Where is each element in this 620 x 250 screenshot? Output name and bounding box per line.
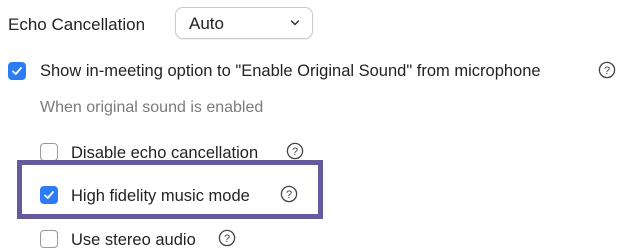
help-icon[interactable]: ? [280, 185, 298, 203]
echo-cancellation-select-value: Auto [189, 14, 224, 33]
chevron-down-icon [290, 20, 300, 26]
svg-text:?: ? [292, 146, 298, 158]
use-stereo-audio-checkbox[interactable] [40, 230, 58, 248]
help-icon[interactable]: ? [598, 61, 616, 79]
disable-echo-cancellation-checkbox[interactable] [40, 143, 58, 161]
use-stereo-audio-label: Use stereo audio [71, 231, 196, 249]
original-sound-label: Show in-meeting option to "Enable Origin… [40, 62, 541, 80]
help-icon[interactable]: ? [218, 229, 236, 247]
help-icon[interactable]: ? [286, 142, 304, 160]
svg-text:?: ? [604, 65, 610, 77]
svg-text:?: ? [224, 233, 230, 245]
original-sound-checkbox[interactable] [8, 62, 26, 80]
high-fidelity-music-mode-label: High fidelity music mode [71, 187, 250, 205]
checkmark-icon [12, 67, 22, 75]
echo-cancellation-label: Echo Cancellation [8, 15, 146, 34]
high-fidelity-music-mode-checkbox[interactable] [40, 186, 58, 204]
checkmark-icon [44, 191, 54, 199]
svg-text:?: ? [286, 189, 292, 201]
original-sound-subheading: When original sound is enabled [40, 99, 264, 116]
echo-cancellation-select[interactable]: Auto [175, 7, 313, 39]
